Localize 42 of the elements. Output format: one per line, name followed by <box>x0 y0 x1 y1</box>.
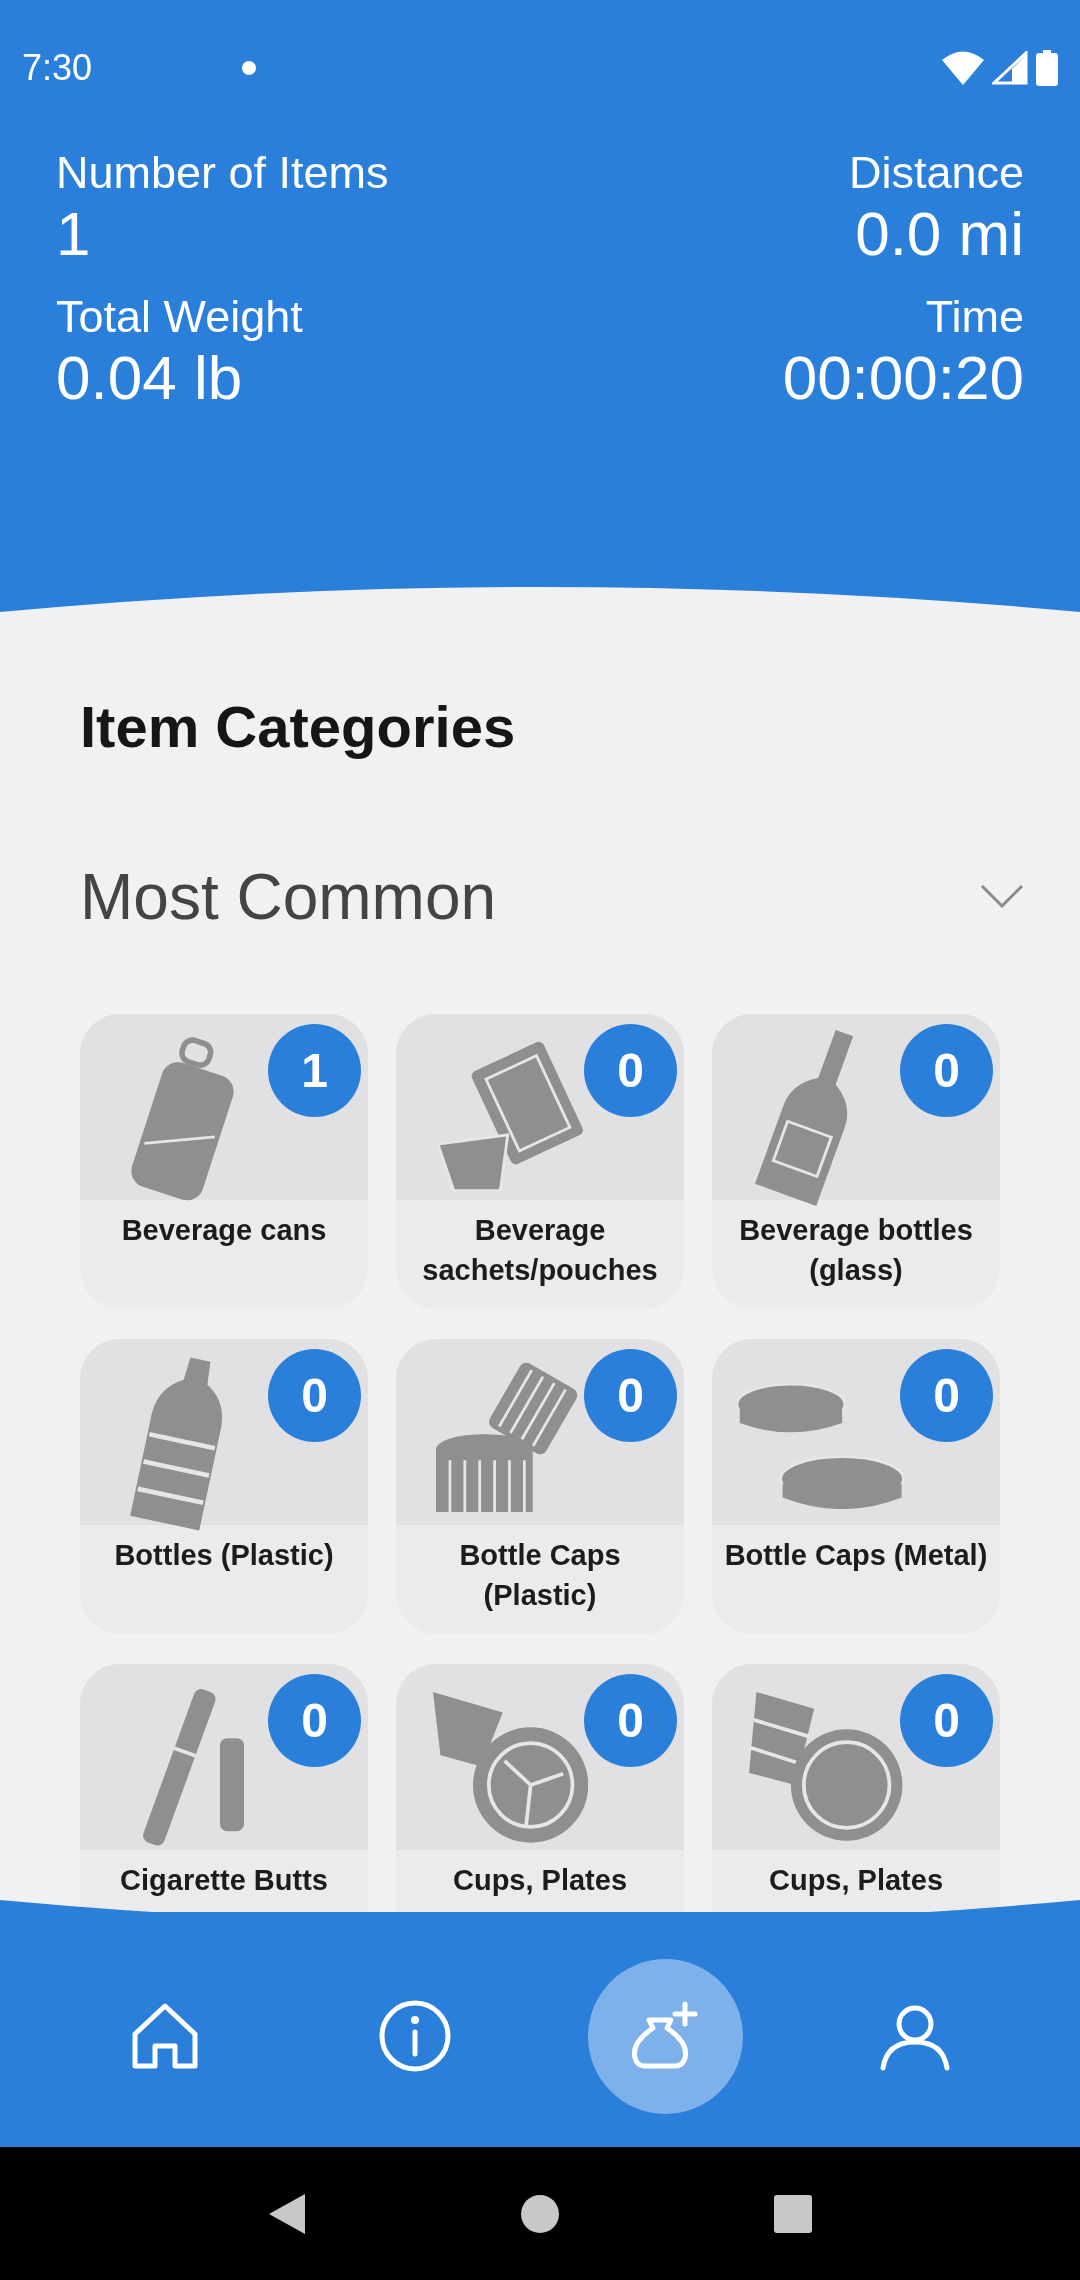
category-tile[interactable]: 0 Bottle Caps (Plastic) <box>396 1339 684 1634</box>
stat-value: 00:00:20 <box>782 343 1024 413</box>
home-icon[interactable] <box>520 2193 560 2234</box>
stat-label: Time <box>925 291 1024 343</box>
category-label: Beverage sachets/pouches <box>421 1213 659 1288</box>
category-tile[interactable]: 0 Cups, Plates <box>396 1664 684 1912</box>
section-title: Item Categories <box>80 693 517 761</box>
chevron-icon[interactable] <box>980 884 1024 910</box>
cup-and-plate-icon <box>433 1691 589 1843</box>
notification-dot-icon <box>242 60 257 75</box>
category-label: Beverage cans <box>120 1213 328 1248</box>
category-label: Bottle Caps (Plastic) <box>458 1538 622 1613</box>
category-tile[interactable]: 0 Bottles (Plastic) <box>80 1339 368 1634</box>
category-tile[interactable]: 0 Bottle Caps (Metal) <box>712 1339 1000 1634</box>
group-title[interactable]: Most Common <box>80 860 497 934</box>
stat-label: Number of Items <box>56 147 390 199</box>
wifi-icon <box>942 50 984 85</box>
category-label: Bottles (Plastic) <box>113 1538 335 1573</box>
category-label: Bottle Caps (Metal) <box>723 1538 989 1573</box>
bottle-cap-icon <box>737 1383 904 1509</box>
category-label: Beverage bottles (glass) <box>738 1213 974 1288</box>
status-time: 7:30 <box>22 46 93 89</box>
cup-and-plate-icon <box>749 1691 903 1841</box>
category-tile[interactable]: 1 Beverage cans <box>80 1014 368 1309</box>
recents-icon[interactable] <box>773 2193 814 2234</box>
category-label: Cigarette Butts <box>119 1863 329 1898</box>
category-tile[interactable]: 0 Cups, Plates <box>712 1664 1000 1912</box>
category-tile[interactable]: 0 Beverage sachets/pouches <box>396 1014 684 1309</box>
info-icon <box>377 1998 453 2074</box>
battery-icon <box>1036 49 1058 86</box>
stat-value: 0.04 lb <box>56 343 244 413</box>
stat-value: 0.0 mi <box>855 199 1024 269</box>
category-label: Cups, Plates <box>451 1863 629 1898</box>
signal-icon <box>992 50 1028 85</box>
category-tile[interactable]: 0 Cigarette Butts <box>80 1664 368 1912</box>
cigarette-icon <box>140 1687 244 1848</box>
stat-value: 1 <box>56 199 92 269</box>
pouch-icon <box>437 1040 585 1191</box>
category-label: Cups, Plates <box>767 1863 945 1898</box>
stat-label: Distance <box>848 147 1024 199</box>
category-tile[interactable]: 0 Beverage bottles (glass) <box>712 1014 1000 1309</box>
stat-label: Total Weight <box>56 291 304 343</box>
